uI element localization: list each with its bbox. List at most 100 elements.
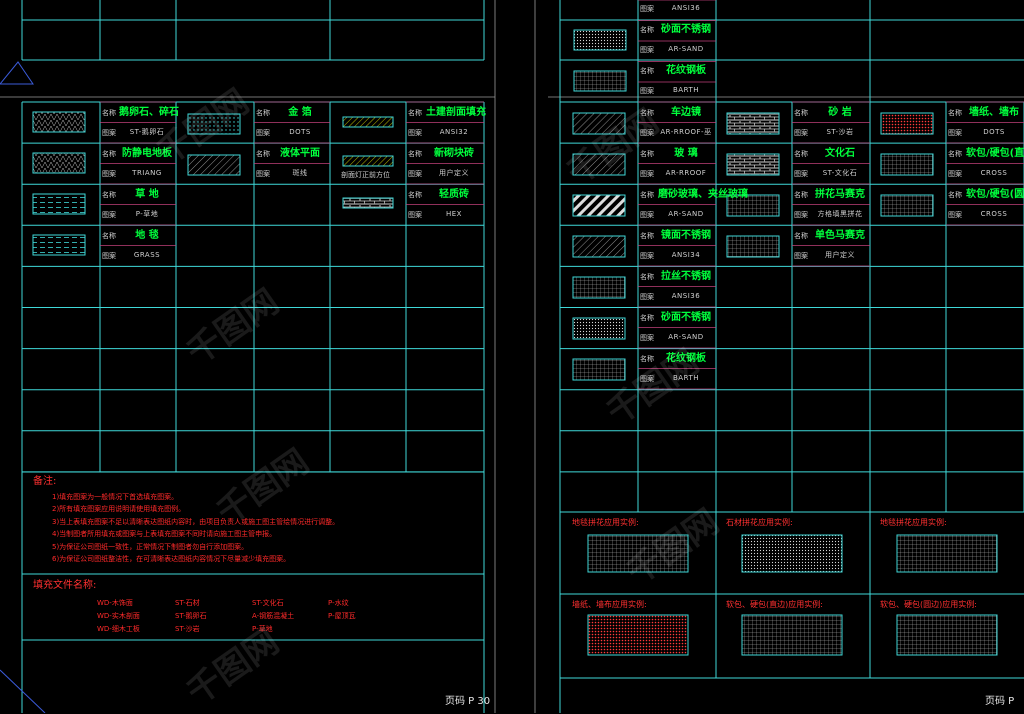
hatch-swatch (342, 116, 394, 128)
pattern-label: 图案 (102, 170, 116, 178)
fill-pattern-code: BARTH (673, 86, 699, 94)
name-label: 名称 (640, 26, 654, 34)
fill-name: 软包/硬包(圆边) (966, 189, 1024, 200)
name-label: 名称 (640, 191, 654, 199)
file-name: ST-鹅卵石 (175, 612, 207, 620)
name-label: 名称 (640, 273, 654, 281)
fill-name: 鹅卵石、碎石 (119, 107, 179, 118)
fill-pattern-code: CROSS (980, 169, 1008, 177)
fill-name: 磨砂玻璃、夹丝玻璃 (658, 189, 748, 200)
name-label: 名称 (794, 150, 808, 158)
fill-name: 单色马赛克 (815, 230, 865, 241)
pattern-label: 图案 (256, 170, 270, 178)
hatch-swatch (573, 29, 627, 51)
name-label: 名称 (640, 232, 654, 240)
fill-pattern-code: DOTS (289, 128, 311, 136)
name-label: 名称 (256, 109, 270, 117)
name-label: 名称 (794, 232, 808, 240)
name-label: 名称 (102, 150, 116, 158)
pattern-label: 图案 (640, 293, 654, 301)
corner-marker (0, 61, 34, 85)
pattern-label: 图案 (640, 5, 654, 13)
hatch-swatch (880, 194, 934, 217)
example-title: 地毯拼花应用实例: (572, 518, 639, 527)
fill-pattern-code: ST-沙岩 (826, 128, 854, 136)
pattern-label: 图案 (640, 170, 654, 178)
hatch-swatch (32, 234, 86, 256)
fill-name: 拉丝不锈钢 (661, 271, 711, 282)
fill-name: 车边镜 (671, 107, 701, 118)
name-label: 名称 (102, 191, 116, 199)
fill-name: 玻 璃 (674, 148, 698, 159)
hatch-swatch (726, 112, 780, 135)
name-label: 名称 (640, 67, 654, 75)
name-label: 名称 (640, 314, 654, 322)
example-softpack-round (896, 614, 998, 656)
pattern-label: 图案 (102, 129, 116, 137)
fill-pattern-code: AR-RROOF (665, 169, 707, 177)
hatch-swatch (342, 155, 394, 167)
fill-name: 文化石 (825, 148, 855, 159)
hatch-swatch (573, 70, 627, 92)
pattern-label: 图案 (794, 170, 808, 178)
example-stone (741, 534, 843, 573)
fill-pattern-code: AR-SAND (668, 210, 704, 218)
hatch-swatch (32, 111, 86, 133)
fill-name: 金 箔 (288, 107, 312, 118)
pattern-label: 图案 (640, 252, 654, 260)
fill-name: 镜面不锈钢 (661, 230, 711, 241)
name-label: 名称 (408, 191, 422, 199)
fill-name: 轻质砖 (439, 189, 469, 200)
fill-pattern-code: HEX (446, 210, 462, 218)
file-name: P-水纹 (328, 599, 349, 607)
example-softpack-straight (741, 614, 843, 656)
pattern-label: 图案 (408, 129, 422, 137)
pattern-label: 图案 (640, 46, 654, 54)
hatch-swatch (572, 276, 626, 299)
note-line: 2)所有填充图案应用说明请使用填充图例。 (52, 505, 186, 514)
hatch-swatch (572, 235, 626, 258)
file-name: ST-文化石 (252, 599, 284, 607)
fill-pattern-code: ST-文化石 (822, 169, 858, 177)
example-title: 石材拼花应用实例: (726, 518, 793, 527)
pattern-label: 图案 (640, 211, 654, 219)
example-title: 软包、硬包(直边)应用实例: (726, 600, 823, 609)
fill-pattern-code: TRIANG (132, 169, 162, 177)
fill-pattern-code: ANSI36 (671, 292, 701, 300)
pattern-label: 图案 (948, 211, 962, 219)
hatch-swatch (572, 194, 626, 217)
page-number-right: 页码 P (985, 696, 1015, 707)
files-title: 填充文件名称: (33, 580, 97, 591)
fill-name: 砂面不锈钢 (661, 312, 711, 323)
file-name: ST-沙岩 (175, 625, 200, 633)
name-label: 名称 (948, 150, 962, 158)
fill-pattern-code: ANSI36 (671, 4, 701, 12)
fill-pattern-code: GRASS (133, 251, 161, 259)
name-label: 名称 (794, 191, 808, 199)
fill-pattern-code: DOTS (983, 128, 1005, 136)
name-label: 名称 (102, 109, 116, 117)
name-label: 名称 (256, 150, 270, 158)
fill-name: 墙纸、墙布 (969, 107, 1019, 118)
fill-pattern-code: AR-SAND (668, 333, 704, 341)
fill-name: 拼花马赛克 (815, 189, 865, 200)
fill-name: 软包/硬包(直边) (966, 148, 1024, 159)
file-name: ST-石材 (175, 599, 200, 607)
example-title: 墙纸、墙布应用实例: (572, 600, 647, 609)
note-line: 4)当制图者所用填充或图案与上表填充图案不同时请向施工图主管申报。 (52, 530, 277, 539)
fill-pattern-code: CROSS (980, 210, 1008, 218)
note-line: 3)当上表填充图案不足以清晰表达图纸内容时，由项目负责人或施工图主管绘情况进行调… (52, 517, 340, 526)
hatch-swatch (726, 153, 780, 176)
file-name: P-屋顶瓦 (328, 612, 356, 620)
example-title: 地毯拼花应用实例: (880, 518, 947, 527)
fill-name: 草 地 (135, 189, 159, 200)
pattern-label: 图案 (948, 170, 962, 178)
pattern-label: 图案 (408, 211, 422, 219)
fill-name: 土建剖面填充 (426, 107, 486, 118)
name-label: 名称 (408, 150, 422, 158)
hatch-swatch (572, 317, 626, 340)
notes-title: 备注: (33, 476, 57, 487)
pattern-label: 图案 (948, 129, 962, 137)
file-name: WD-细木工板 (97, 625, 140, 633)
name-label: 名称 (948, 109, 962, 117)
